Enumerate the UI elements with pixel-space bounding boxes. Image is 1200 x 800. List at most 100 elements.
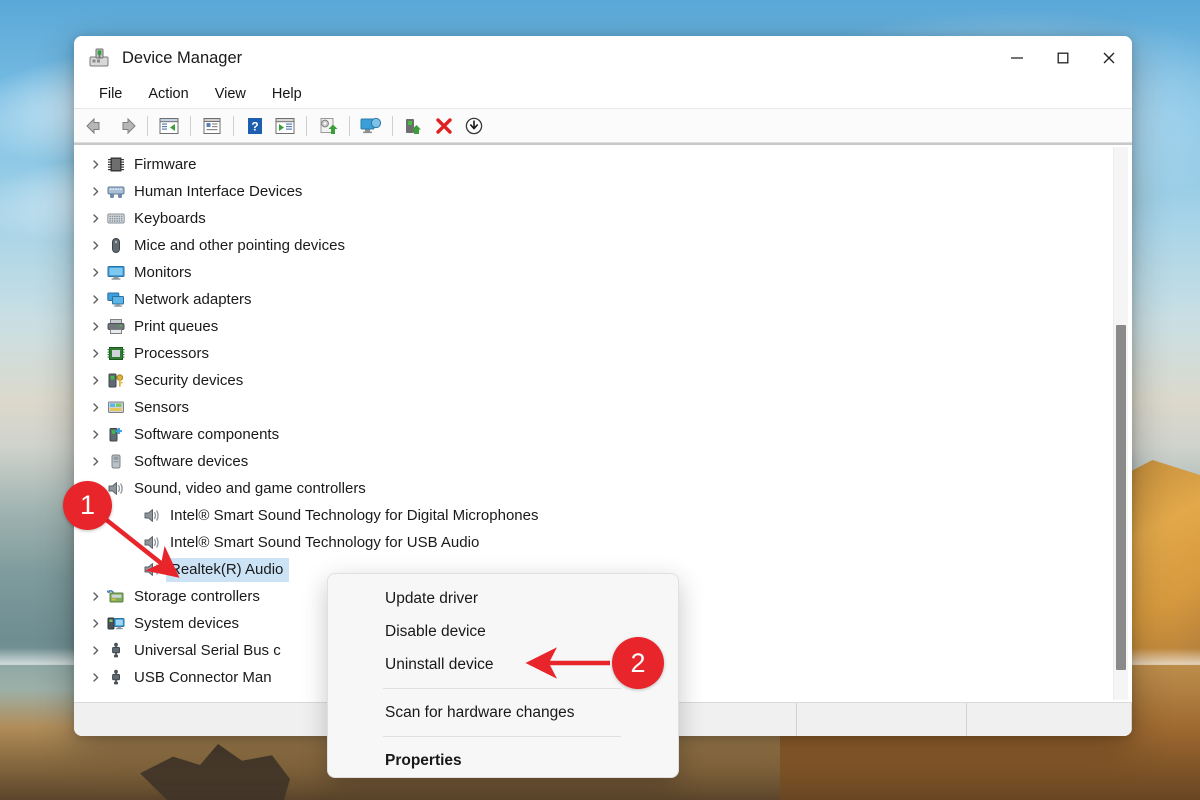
context-menu-item-properties[interactable]: Properties <box>328 744 678 777</box>
network-adapter-icon <box>106 291 126 309</box>
uninstall-device-icon[interactable] <box>430 112 458 140</box>
menu-item-view[interactable]: View <box>202 83 259 105</box>
monitor-icon <box>106 264 126 282</box>
chevron-right-icon[interactable] <box>84 186 106 197</box>
device-tree-label: Software devices <box>134 452 248 471</box>
device-tree-label: Print queues <box>134 317 218 336</box>
device-tree-label: Sensors <box>134 398 189 417</box>
security-device-icon <box>106 372 126 390</box>
status-cell-3 <box>967 703 1132 736</box>
device-tree-label: Intel® Smart Sound Technology for Digita… <box>170 506 538 525</box>
chevron-right-icon[interactable] <box>84 159 106 170</box>
chevron-right-icon[interactable] <box>84 402 106 413</box>
show-hide-console-tree-icon[interactable] <box>155 112 183 140</box>
chevron-right-icon[interactable] <box>84 591 106 602</box>
menu-item-action[interactable]: Action <box>135 83 201 105</box>
window-controls <box>994 36 1132 80</box>
device-tree-label: Network adapters <box>134 290 252 309</box>
speaker-icon <box>142 534 162 552</box>
device-tree-row[interactable]: Sensors <box>84 394 1110 421</box>
device-tree-label: Sound, video and game controllers <box>134 479 366 498</box>
device-tree-row[interactable]: Processors <box>84 340 1110 367</box>
device-tree-label: Intel® Smart Sound Technology for USB Au… <box>170 533 479 552</box>
device-tree-row[interactable]: Security devices <box>84 367 1110 394</box>
toolbar-separator <box>306 116 307 136</box>
toolbar-separator <box>233 116 234 136</box>
device-tree-row[interactable]: Monitors <box>84 259 1110 286</box>
device-tree-row[interactable]: Firmware <box>84 151 1110 178</box>
context-menu-separator <box>383 736 621 737</box>
context-menu-item-update-driver[interactable]: Update driver <box>328 582 678 615</box>
device-tree-row[interactable]: Software devices <box>84 448 1110 475</box>
disable-device-icon[interactable] <box>460 112 488 140</box>
device-tree-label: Storage controllers <box>134 587 260 606</box>
annotation-badge-2: 2 <box>612 637 664 689</box>
device-tree-row[interactable]: Intel® Smart Sound Technology for USB Au… <box>84 529 1110 556</box>
show-hide-action-pane-icon[interactable] <box>271 112 299 140</box>
device-tree-row[interactable]: Keyboards <box>84 205 1110 232</box>
device-tree-row[interactable]: Intel® Smart Sound Technology for Digita… <box>84 502 1110 529</box>
chevron-right-icon[interactable] <box>84 375 106 386</box>
annotation-badge-1: 1 <box>63 481 112 530</box>
device-tree-row[interactable]: Mice and other pointing devices <box>84 232 1110 259</box>
device-tree-row[interactable]: Network adapters <box>84 286 1110 313</box>
scan-hardware-changes-icon[interactable] <box>357 112 385 140</box>
chevron-right-icon[interactable] <box>84 429 106 440</box>
status-cell-2 <box>797 703 967 736</box>
chevron-right-icon[interactable] <box>84 267 106 278</box>
chevron-right-icon[interactable] <box>84 618 106 629</box>
svg-text:?: ? <box>251 119 258 133</box>
enable-device-icon[interactable] <box>400 112 428 140</box>
toolbar-separator <box>349 116 350 136</box>
menu-bar: File Action View Help <box>74 80 1132 109</box>
keyboard-icon <box>106 210 126 228</box>
toolbar-separator <box>190 116 191 136</box>
software-component-icon <box>106 426 126 444</box>
context-menu-item-scan-for-hardware-changes[interactable]: Scan for hardware changes <box>328 696 678 729</box>
device-tree-label: Realtek(R) Audio <box>166 558 289 582</box>
chevron-right-icon[interactable] <box>84 294 106 305</box>
storage-controller-icon <box>106 588 126 606</box>
update-driver-icon[interactable] <box>314 112 342 140</box>
menu-item-help[interactable]: Help <box>259 83 315 105</box>
device-tree-row[interactable]: Human Interface Devices <box>84 178 1110 205</box>
chevron-right-icon[interactable] <box>84 240 106 251</box>
toolbar-separator <box>392 116 393 136</box>
usb-icon <box>106 642 126 660</box>
device-tree-label: Firmware <box>134 155 197 174</box>
device-tree-label: Human Interface Devices <box>134 182 302 201</box>
device-tree-label: Security devices <box>134 371 243 390</box>
device-tree-row[interactable]: Software components <box>84 421 1110 448</box>
device-tree-row[interactable]: Print queues <box>84 313 1110 340</box>
device-tree-label: System devices <box>134 614 239 633</box>
device-tree-label: Keyboards <box>134 209 206 228</box>
maximize-button[interactable] <box>1040 36 1086 80</box>
context-menu-separator <box>383 688 621 689</box>
toolbar-separator <box>147 116 148 136</box>
processor-icon <box>106 345 126 363</box>
system-device-icon <box>106 615 126 633</box>
close-button[interactable] <box>1086 36 1132 80</box>
desktop-background: Device Manager File Action View Help <box>0 0 1200 800</box>
chevron-right-icon[interactable] <box>84 348 106 359</box>
chevron-right-icon[interactable] <box>84 645 106 656</box>
chevron-right-icon[interactable] <box>84 456 106 467</box>
menu-item-file[interactable]: File <box>86 83 135 105</box>
window-title: Device Manager <box>122 49 242 68</box>
minimize-button[interactable] <box>994 36 1040 80</box>
chevron-right-icon[interactable] <box>84 321 106 332</box>
firmware-icon <box>106 156 126 174</box>
help-icon[interactable]: ? <box>241 112 269 140</box>
software-device-icon <box>106 453 126 471</box>
properties-icon[interactable] <box>198 112 226 140</box>
chevron-right-icon[interactable] <box>84 672 106 683</box>
scrollbar-thumb[interactable] <box>1116 325 1126 670</box>
vertical-scrollbar[interactable] <box>1113 147 1128 700</box>
usb-icon <box>106 669 126 687</box>
back-icon[interactable] <box>82 112 110 140</box>
device-tree-label: Software components <box>134 425 279 444</box>
device-tree-row[interactable]: Sound, video and game controllers <box>84 475 1110 502</box>
device-tree-label: Processors <box>134 344 209 363</box>
chevron-right-icon[interactable] <box>84 213 106 224</box>
forward-icon[interactable] <box>112 112 140 140</box>
